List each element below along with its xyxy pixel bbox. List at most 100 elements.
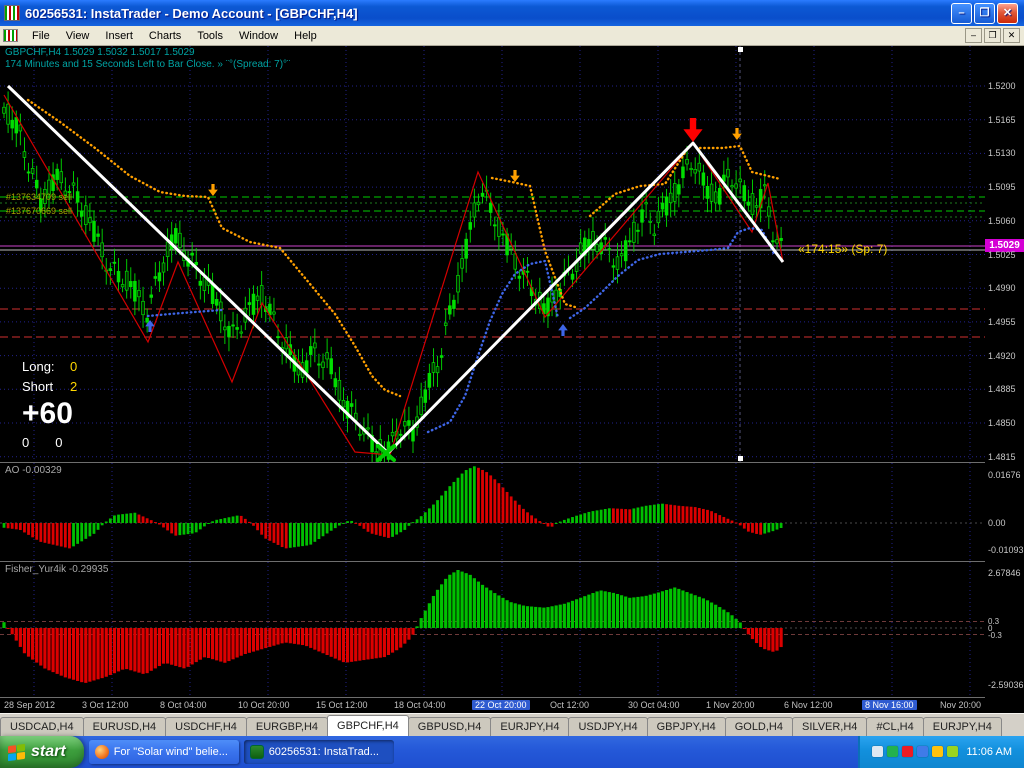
tray-icon[interactable] [932, 746, 944, 758]
order-label: #137670669 sell [6, 206, 73, 216]
taskbar-item-browser[interactable]: For "Solar wind" belie... [88, 740, 239, 764]
tab-usdjpy-h4[interactable]: USDJPY,H4 [568, 717, 648, 736]
ao-scale-zero: 0.00 [988, 518, 1006, 528]
tray-icon[interactable] [917, 746, 929, 758]
fisher-indicator-label: Fisher_Yur4ik -0.29935 [5, 564, 109, 575]
tab-eurjpy-h4[interactable]: EURJPY,H4 [922, 717, 1002, 736]
time-axis-label: 15 Oct 12:00 [316, 700, 368, 710]
price-axis-label: 1.5165 [988, 114, 1016, 125]
time-axis-label: 8 Nov 16:00 [862, 700, 917, 710]
price-axis-label: 1.5130 [988, 148, 1016, 159]
price-axis: 1.5029 0.01676 0.00 -0.01093 2.67846 0.3… [985, 46, 1024, 713]
tab-gold-h4[interactable]: GOLD,H4 [724, 717, 793, 736]
tab-eurusd-h4[interactable]: EURUSD,H4 [82, 717, 167, 736]
taskbar-item-instatrader[interactable]: 60256531: InstaTrad... [243, 740, 394, 764]
fisher-scale-bottom: -2.59036 [988, 680, 1024, 690]
mdi-restore-button[interactable]: ❐ [984, 28, 1001, 43]
tab-usdchf-h4[interactable]: USDCHF,H4 [165, 717, 247, 736]
tab-gbpjpy-h4[interactable]: GBPJPY,H4 [646, 717, 726, 736]
time-axis-label: 30 Oct 04:00 [628, 700, 680, 710]
close-button[interactable]: ✕ [997, 2, 1018, 24]
tray-icon[interactable] [887, 746, 899, 758]
tray-icon[interactable] [902, 746, 914, 758]
minimize-button[interactable]: – [951, 2, 972, 24]
pane-divider[interactable] [0, 561, 1024, 562]
price-axis-label: 1.4990 [988, 283, 1016, 294]
time-axis-label: Nov 20:00 [940, 700, 982, 710]
mdi-minimize-button[interactable]: – [965, 28, 982, 43]
system-tray: 11:06 AM [858, 736, 1024, 768]
ao-indicator-pane[interactable] [0, 463, 985, 560]
fisher-indicator-pane[interactable] [0, 562, 985, 697]
start-label: start [31, 743, 66, 760]
profit-value: +60 [22, 397, 73, 430]
spread-note: «174:15» (Sp: 7) [798, 242, 888, 256]
sells-count: 0 [55, 435, 63, 450]
menu-item-view[interactable]: View [58, 27, 98, 45]
mdi-close-button[interactable]: ✕ [1003, 28, 1020, 43]
start-button[interactable]: start [0, 736, 84, 768]
bar-countdown-label: 174 Minutes and 15 Seconds Left to Bar C… [5, 59, 291, 70]
taskbar-clock: 11:06 AM [966, 746, 1012, 758]
price-axis-label: 1.4815 [988, 451, 1016, 462]
windows-logo-icon [8, 743, 25, 761]
tray-icon[interactable] [947, 746, 959, 758]
ao-scale-bottom: -0.01093 [988, 545, 1024, 555]
short-label: Short [22, 378, 54, 394]
window-title: 60256531: InstaTrader - Demo Account - [… [25, 5, 358, 21]
chart-tabs: USDCAD,H4 EURUSD,H4 USDCHF,H4 EURGBP,H4 GBPC… [0, 713, 1024, 736]
taskbar: start For "Solar wind" belie... 60256531… [0, 736, 1024, 768]
tab-eurjpy-h4[interactable]: EURJPY,H4 [490, 717, 570, 736]
fisher-scale-top: 2.67846 [988, 568, 1021, 578]
menu-item-charts[interactable]: Charts [141, 27, 189, 45]
menu-item-file[interactable]: File [24, 27, 58, 45]
time-axis-label: 6 Nov 12:00 [784, 700, 833, 710]
price-axis-label: 1.5025 [988, 249, 1016, 260]
long-value: 0 [70, 358, 78, 374]
menu-item-insert[interactable]: Insert [97, 27, 141, 45]
ea-stats-panel: Long: 0 Short 2 +60 0 0 [22, 356, 78, 451]
chart-area[interactable]: GBPCHF,H4 1.5029 1.5032 1.5017 1.5029 17… [0, 46, 1024, 713]
menu-bar: File View Insert Charts Tools Window Help – ❐ … [0, 26, 1024, 46]
browser-icon [94, 745, 109, 759]
symbol-ohlc-label: GBPCHF,H4 1.5029 1.5032 1.5017 1.5029 [5, 47, 195, 58]
tab-gbpusd-h4[interactable]: GBPUSD,H4 [407, 717, 492, 736]
tab-eurgbp-h4[interactable]: EURGBP,H4 [245, 717, 329, 736]
long-label: Long: [22, 358, 55, 374]
menu-item-tools[interactable]: Tools [189, 27, 231, 45]
time-axis-label: 18 Oct 04:00 [394, 700, 446, 710]
price-axis-label: 1.5060 [988, 215, 1016, 226]
menu-item-help[interactable]: Help [286, 27, 325, 45]
order-label: #137634709 sell [6, 192, 73, 202]
ao-scale-top: 0.01676 [988, 470, 1021, 480]
short-value: 2 [70, 378, 78, 394]
time-axis-label: 3 Oct 12:00 [82, 700, 129, 710]
chart-window-icon [3, 29, 18, 42]
title-bar[interactable]: 60256531: InstaTrader - Demo Account - [… [0, 0, 1024, 26]
price-axis-label: 1.4885 [988, 384, 1016, 395]
pane-divider[interactable] [0, 462, 1024, 463]
instatrader-icon [249, 745, 264, 759]
tray-icon[interactable] [872, 746, 884, 758]
time-axis-label: 10 Oct 20:00 [238, 700, 290, 710]
app-icon [4, 5, 20, 21]
menu-items: File View Insert Charts Tools Window Help [24, 30, 325, 42]
price-axis-label: 1.4955 [988, 316, 1016, 327]
price-axis-label: 1.4920 [988, 350, 1016, 361]
tab-silver-h4[interactable]: SILVER,H4 [792, 717, 868, 736]
fisher-level-down: -0.3 [988, 631, 1002, 640]
time-axis-label: 1 Nov 20:00 [706, 700, 755, 710]
time-axis-label: 28 Sep 2012 [4, 700, 56, 710]
application-window: 60256531: InstaTrader - Demo Account - [… [0, 0, 1024, 768]
tray-icons [872, 743, 962, 761]
tab--cl-h4[interactable]: #CL,H4 [866, 717, 924, 736]
time-axis-label: 22 Oct 20:00 [472, 700, 530, 710]
price-axis-label: 1.4850 [988, 418, 1016, 428]
time-axis-label: 8 Oct 04:00 [160, 700, 207, 710]
tab-gbpchf-h4[interactable]: GBPCHF,H4 [327, 715, 409, 736]
menu-item-window[interactable]: Window [231, 27, 286, 45]
restore-button[interactable]: ❐ [974, 2, 995, 24]
buys-count: 0 [22, 435, 30, 450]
tab-usdcad-h4[interactable]: USDCAD,H4 [0, 717, 84, 736]
price-axis-label: 1.5095 [988, 182, 1016, 193]
